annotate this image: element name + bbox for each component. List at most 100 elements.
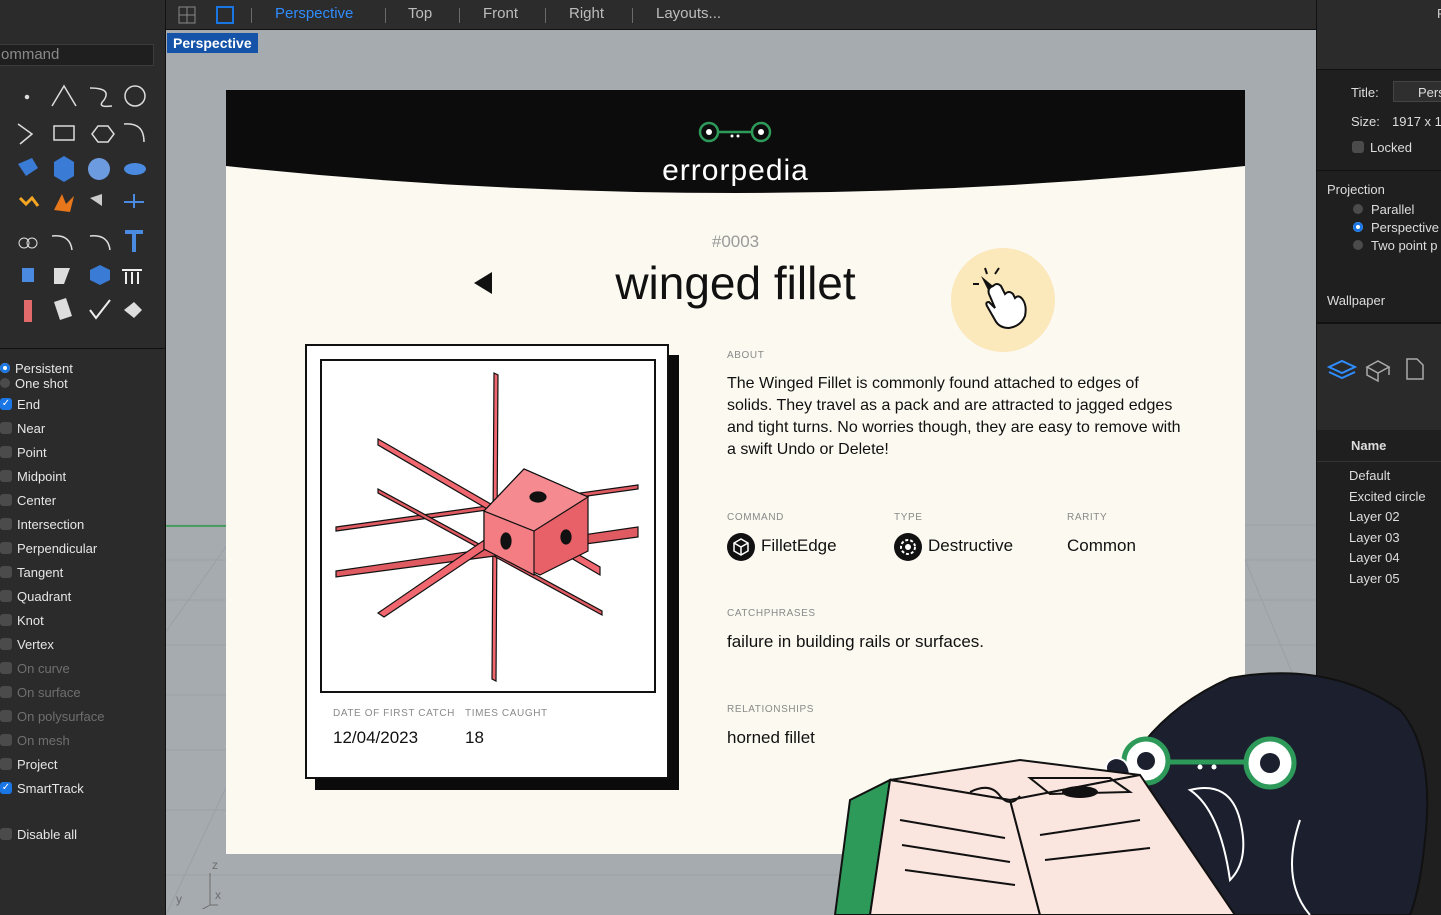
panel-header	[1317, 0, 1441, 70]
layer-row[interactable]: Default	[1349, 468, 1426, 489]
osnap-perpendicular[interactable]: Perpendicular	[0, 536, 166, 560]
checkbox-icon[interactable]	[0, 638, 12, 650]
rarity-label: RARITY	[1067, 512, 1108, 523]
tab-top[interactable]: Top	[408, 5, 432, 22]
panel-divider	[0, 348, 166, 349]
command-cube-icon	[727, 533, 755, 561]
app-window: ommand Persistent One shot ✓ End Near Po…	[0, 0, 1441, 915]
layer-list: Default Excited circle Layer 02 Layer 03 Lay…	[1349, 468, 1426, 591]
radio-two-point[interactable]	[1353, 240, 1363, 250]
command-label: COMMAND	[727, 512, 784, 523]
circle-icon[interactable]	[124, 85, 146, 107]
osnap-center[interactable]: Center	[0, 488, 166, 512]
creature-image-frame	[320, 359, 656, 693]
radio-parallel[interactable]	[1353, 204, 1363, 214]
creature-image-card: DATE OF FIRST CATCH 12/04/2023 TIMES CAU…	[305, 344, 669, 779]
mascot-with-box-illustration	[833, 672, 1429, 915]
pointer-hand-icon	[973, 267, 1027, 330]
osnap-point[interactable]: Point	[0, 440, 166, 464]
checkbox-icon[interactable]	[0, 734, 12, 746]
osnap-knot[interactable]: Knot	[0, 608, 166, 632]
tab-right[interactable]: Right	[569, 5, 604, 22]
solid-icons	[18, 156, 146, 322]
display-modes-icon[interactable]	[1363, 357, 1393, 383]
layers-header: Name	[1317, 430, 1441, 462]
checkbox-icon[interactable]	[0, 758, 12, 770]
times-caught-value: 18	[465, 728, 484, 747]
layers-icon[interactable]	[1327, 357, 1357, 383]
osnap-on-curve[interactable]: On curve	[0, 656, 166, 680]
checkbox-icon[interactable]	[0, 446, 12, 458]
type-gear-icon	[894, 533, 922, 561]
times-caught-label: TIMES CAUGHT	[465, 708, 548, 719]
osnap-midpoint[interactable]: Midpoint	[0, 464, 166, 488]
radio-icon[interactable]	[0, 378, 10, 388]
checkbox-icon[interactable]	[0, 566, 12, 578]
layer-row[interactable]: Layer 03	[1349, 530, 1426, 551]
checkbox-icon[interactable]	[0, 422, 12, 434]
polygon-icon[interactable]	[17, 123, 34, 145]
checkbox-icon[interactable]	[0, 494, 12, 506]
checkbox-icon[interactable]	[0, 710, 12, 722]
osnap-tangent[interactable]: Tangent	[0, 560, 166, 584]
date-label: DATE OF FIRST CATCH	[333, 708, 455, 719]
type-value: Destructive	[928, 536, 1014, 555]
catchphrases-label: CATCHPHRASES	[727, 608, 816, 619]
arc-icon[interactable]	[123, 123, 145, 143]
checkbox-icon[interactable]	[0, 542, 12, 554]
osnap-near[interactable]: Near	[0, 416, 166, 440]
tab-layouts[interactable]: Layouts...	[656, 5, 721, 22]
tab-separator	[251, 8, 252, 23]
layer-row[interactable]: Layer 05	[1349, 571, 1426, 592]
back-arrow-icon[interactable]	[472, 271, 494, 295]
rectangle-icon[interactable]	[53, 125, 75, 141]
osnap-on-polysurface[interactable]: On polysurface	[0, 704, 166, 728]
tool-grid	[0, 78, 162, 348]
osnap-end[interactable]: ✓ End	[0, 392, 166, 416]
checkbox-icon[interactable]: ✓	[0, 398, 12, 410]
layer-row[interactable]: Layer 04	[1349, 550, 1426, 571]
layer-row[interactable]: Excited circle	[1349, 489, 1426, 510]
tab-perspective[interactable]: Perspective	[275, 5, 353, 22]
relationships-value: horned fillet	[727, 728, 815, 747]
checkbox-icon[interactable]	[0, 662, 12, 674]
osnap-on-surface[interactable]: On surface	[0, 680, 166, 704]
osnap-disable-all[interactable]: Disable all	[0, 822, 166, 846]
checkbox-icon[interactable]	[0, 470, 12, 482]
radio-icon[interactable]	[0, 363, 10, 373]
osnap-intersection[interactable]: Intersection	[0, 512, 166, 536]
point-icon[interactable]	[24, 94, 30, 100]
osnap-one-shot[interactable]: One shot	[0, 374, 166, 392]
command-input[interactable]: ommand	[0, 44, 154, 66]
checkbox-icon[interactable]	[0, 686, 12, 698]
checkbox-icon[interactable]	[0, 590, 12, 602]
document-icon[interactable]	[1405, 357, 1425, 381]
tab-front[interactable]: Front	[483, 5, 518, 22]
layers-toolbar	[1317, 322, 1441, 430]
single-view-icon[interactable]	[216, 6, 234, 24]
curve-icon[interactable]	[89, 87, 113, 108]
viewport-label[interactable]: Perspective	[167, 33, 258, 53]
osnap-project[interactable]: Project	[0, 752, 166, 776]
radio-perspective[interactable]	[1353, 222, 1363, 232]
title-field[interactable]: Perspe	[1393, 81, 1441, 102]
checkbox-icon[interactable]: ✓	[0, 782, 12, 794]
tab-separator	[385, 8, 386, 23]
grid-layout-icon[interactable]	[178, 6, 196, 24]
osnap-vertex[interactable]: Vertex	[0, 632, 166, 656]
hexagon-icon[interactable]	[91, 125, 115, 143]
command-value: FilletEdge	[761, 536, 837, 555]
projection-heading: Projection	[1327, 182, 1385, 197]
osnap-smarttrack[interactable]: ✓ SmartTrack	[0, 776, 166, 800]
osnap-on-mesh[interactable]: On mesh	[0, 728, 166, 752]
locked-checkbox[interactable]	[1352, 141, 1364, 153]
polyline-icon[interactable]	[51, 84, 77, 107]
layer-row[interactable]: Layer 02	[1349, 509, 1426, 530]
osnap-panel: Persistent One shot ✓ End Near Point Midpoin…	[0, 356, 166, 846]
osnap-quadrant[interactable]: Quadrant	[0, 584, 166, 608]
errorpedia-logo: errorpedia	[662, 154, 809, 187]
checkbox-icon[interactable]	[0, 614, 12, 626]
checkbox-icon[interactable]	[0, 828, 12, 840]
tab-separator	[545, 8, 546, 23]
checkbox-icon[interactable]	[0, 518, 12, 530]
